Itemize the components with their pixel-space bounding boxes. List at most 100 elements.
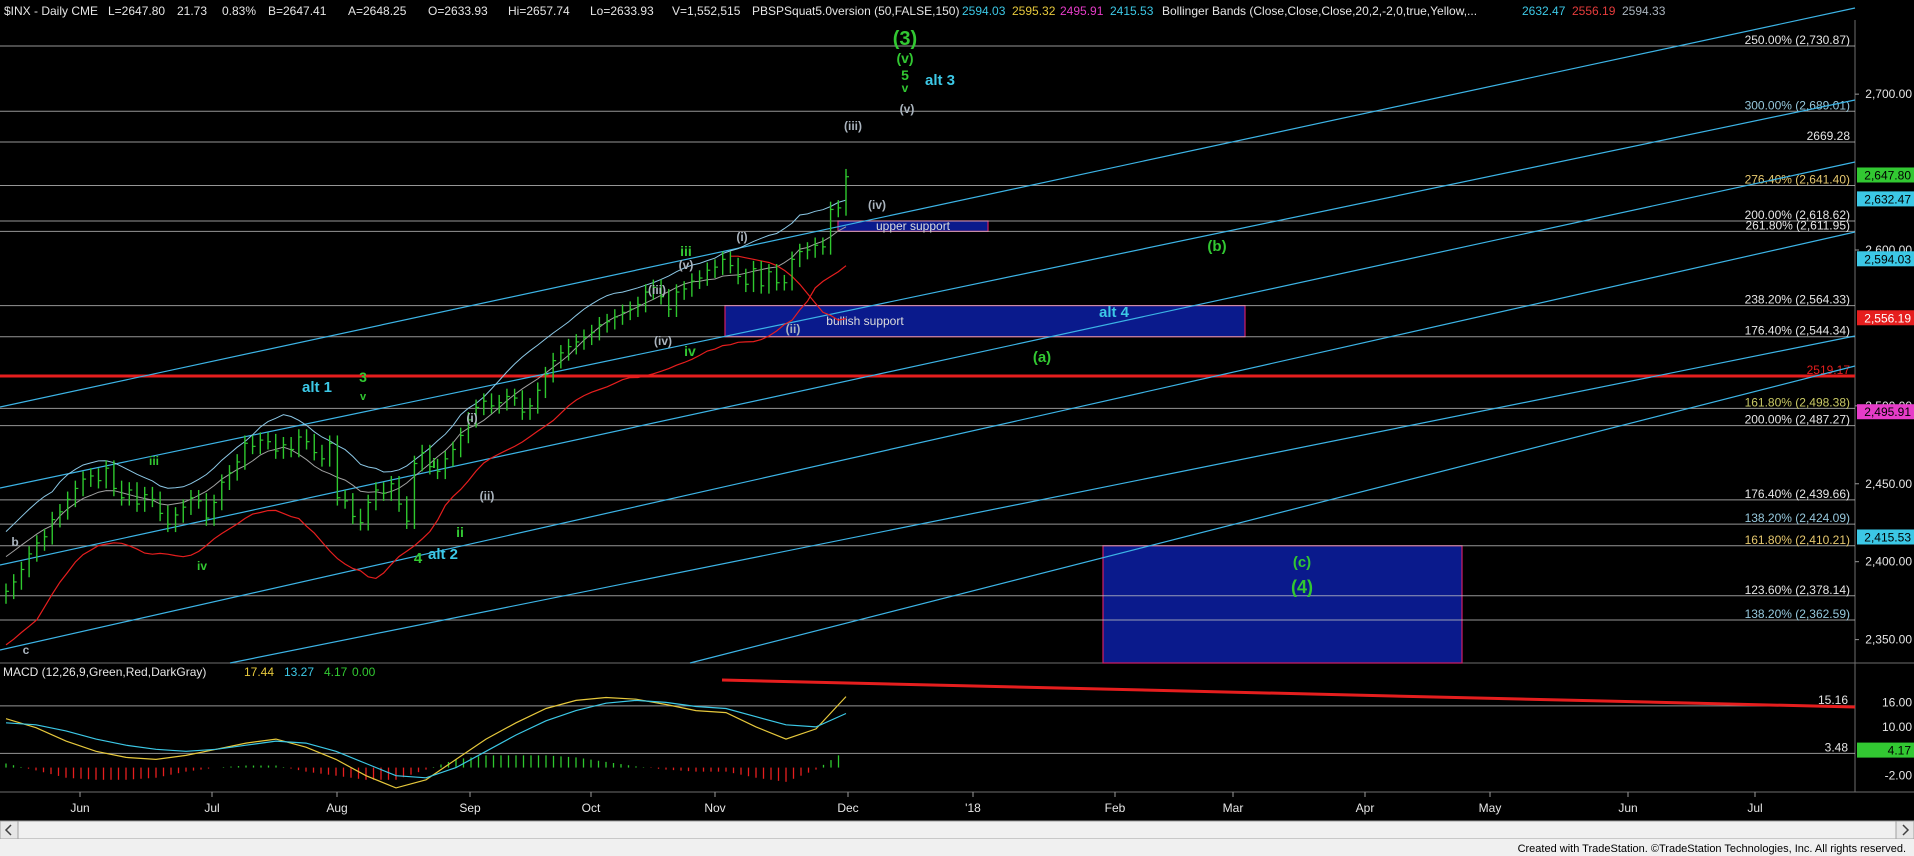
wave-label: 4 (414, 550, 423, 567)
price-badge-label: 2,415.53 (1864, 530, 1911, 544)
header-ask: A=2648.25 (348, 4, 407, 18)
price-axis-label: 2,350.00 (1865, 633, 1912, 647)
wave-label: (c) (1293, 554, 1311, 571)
reference-level-label: 138.20% (2,362.59) (1745, 607, 1850, 621)
wave-label: b (11, 535, 18, 549)
price-chart[interactable]: $INX - Daily CME L=2647.80 21.73 0.83% B… (0, 0, 1914, 856)
reference-level-label: 2519.17 (1807, 363, 1851, 377)
wave-label: (4) (1291, 577, 1313, 597)
wave-label: iii (149, 454, 159, 468)
wave-label: (iv) (868, 198, 886, 212)
macd-axis-label: -2.00 (1885, 769, 1913, 783)
header-change: 21.73 (177, 4, 207, 18)
wave-label: alt 2 (428, 546, 458, 563)
header-indicator1-value-1: 2594.03 (962, 4, 1006, 18)
header-symbol: $INX - Daily CME (4, 4, 98, 18)
time-axis-label: Jun (70, 801, 89, 815)
zone-box (724, 304, 1246, 338)
reference-level-label: 250.00% (2,730.87) (1745, 33, 1850, 47)
wave-label: alt 1 (302, 379, 332, 396)
time-axis-label: Sep (459, 801, 481, 815)
header-last: L=2647.80 (108, 4, 165, 18)
time-axis-label: May (1479, 801, 1502, 815)
price-badge-label: 2,495.91 (1864, 405, 1911, 419)
header-indicator1-value-3: 2495.91 (1060, 4, 1104, 18)
footer-credit: Created with TradeStation. ©TradeStation… (1518, 843, 1906, 855)
header-open: O=2633.93 (428, 4, 488, 18)
time-axis-label: Nov (704, 801, 725, 815)
macd-title: MACD (12,26,9,Green,Red,DarkGray) (3, 665, 206, 679)
wave-label: i (432, 455, 436, 471)
macd-level-label: 3.48 (1825, 740, 1849, 754)
price-badge-label: 2,594.03 (1864, 252, 1911, 266)
wave-label: (v) (896, 50, 913, 66)
time-axis-label: Jul (204, 801, 219, 815)
header-high: Hi=2657.74 (508, 4, 570, 18)
time-axis-label: Mar (1223, 801, 1244, 815)
header-indicator2-value-2: 2556.19 (1572, 4, 1616, 18)
macd-axis-label: 10.00 (1882, 720, 1912, 734)
wave-label: (iv) (654, 334, 672, 348)
macd-value: 17.44 (244, 665, 274, 679)
wave-label: iii (680, 243, 692, 259)
price-badge-label: 2,647.80 (1864, 168, 1911, 182)
scrollbar-track[interactable] (0, 820, 1914, 840)
horizontal-scrollbar[interactable] (0, 820, 1914, 840)
wave-label: (iii) (844, 119, 862, 133)
wave-label: alt 3 (925, 72, 955, 89)
wave-label: (v) (900, 102, 915, 116)
reference-level-label: 176.40% (2,544.34) (1745, 324, 1850, 338)
header-indicator1: PBSPSquat5.0version (50,FALSE,150) (752, 4, 959, 18)
time-axis-label: Dec (837, 801, 858, 815)
reference-level-label: 123.60% (2,378.14) (1745, 583, 1850, 597)
macd-value: 13.27 (284, 665, 314, 679)
header-change-pct: 0.83% (222, 4, 256, 18)
wave-label: 3 (359, 369, 367, 385)
price-badge-label: 2,556.19 (1864, 311, 1911, 325)
header-bid: B=2647.41 (268, 4, 327, 18)
time-axis-label: Jul (1747, 801, 1762, 815)
wave-label: iv (197, 559, 207, 573)
time-axis-label: Jun (1618, 801, 1637, 815)
reference-level-label: 261.80% (2,611.95) (1745, 218, 1850, 232)
wave-label: (a) (1033, 349, 1051, 366)
macd-badge-label: 4.17 (1888, 744, 1912, 758)
price-axis-label: 2,400.00 (1865, 555, 1912, 569)
price-badge-label: 2,632.47 (1864, 192, 1911, 206)
header-low: Lo=2633.93 (590, 4, 654, 18)
wave-label: v (902, 81, 909, 95)
zone-label: bullish support (826, 314, 904, 328)
wave-label: (ii) (480, 489, 495, 503)
time-axis-label: Oct (582, 801, 601, 815)
wave-label: alt 4 (1099, 304, 1130, 321)
wave-label: (iii) (648, 283, 666, 297)
wave-label: (3) (893, 28, 917, 50)
wave-label: (i) (736, 230, 747, 244)
chart-header: $INX - Daily CME L=2647.80 21.73 0.83% B… (4, 4, 1666, 18)
reference-level-label: 161.80% (2,410.21) (1745, 533, 1850, 547)
time-axis-label: Apr (1356, 801, 1375, 815)
wave-label: (ii) (786, 322, 801, 336)
wave-label: (v) (679, 258, 694, 272)
reference-level-label: 2669.28 (1807, 129, 1851, 143)
wave-label: ii (456, 524, 464, 540)
header-indicator1-value-4: 2415.53 (1110, 4, 1154, 18)
macd-value: 0.00 (352, 665, 376, 679)
header-volume: V=1,552,515 (672, 4, 741, 18)
header-indicator2: Bollinger Bands (Close,Close,Close,20,2,… (1162, 4, 1477, 18)
zone-box (1102, 545, 1463, 664)
wave-label: (b) (1207, 238, 1226, 255)
reference-level-label: 238.20% (2,564.33) (1745, 293, 1850, 307)
time-axis-label: '18 (965, 801, 981, 815)
reference-level-label: 200.00% (2,487.27) (1745, 413, 1850, 427)
macd-value: 4.17 (324, 665, 348, 679)
price-axis-label: 2,700.00 (1865, 87, 1912, 101)
wave-label: v (360, 391, 367, 403)
price-axis-label: 2,450.00 (1865, 477, 1912, 491)
scroll-right-button[interactable] (1895, 820, 1914, 840)
reference-level-label: 138.20% (2,424.09) (1745, 511, 1850, 525)
scroll-left-button[interactable] (0, 820, 19, 840)
time-axis-label: Feb (1105, 801, 1126, 815)
macd-axis-label: 16.00 (1882, 695, 1912, 709)
reference-level-label: 161.80% (2,498.38) (1745, 395, 1850, 409)
